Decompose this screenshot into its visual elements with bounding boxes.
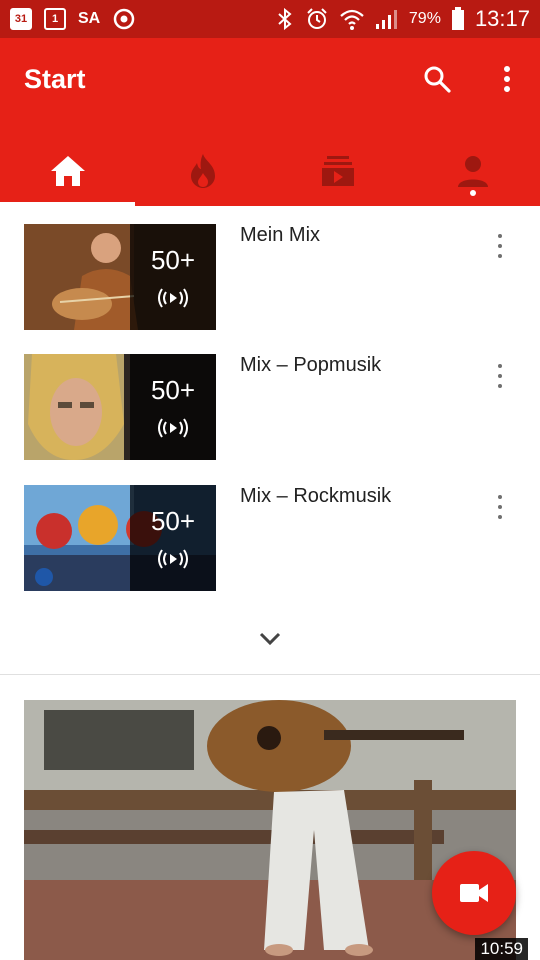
chevron-down-icon — [259, 632, 281, 646]
mix-item-mein-mix[interactable]: 50+ Mein Mix — [0, 224, 540, 332]
account-icon — [457, 156, 488, 187]
section-divider — [0, 674, 540, 675]
mix-overlay: 50+ — [130, 224, 216, 330]
mix-thumbnail[interactable]: 50+ — [24, 485, 216, 591]
battery-percent: 79% — [408, 10, 441, 27]
mix-title[interactable]: Mix – Popmusik — [240, 354, 381, 377]
tab-subscriptions[interactable] — [270, 136, 405, 206]
wifi-icon — [340, 9, 364, 30]
mix-count: 50+ — [150, 374, 196, 405]
search-button[interactable] — [420, 62, 454, 96]
video-duration: 10:59 — [475, 938, 528, 960]
mix-more-button[interactable] — [490, 364, 510, 388]
clock: 13:17 — [474, 6, 530, 31]
mix-radio-icon — [158, 548, 188, 569]
more-dot — [498, 515, 502, 519]
tab-home[interactable] — [0, 136, 135, 206]
mix-title[interactable]: Mix – Rockmusik — [240, 485, 391, 508]
tab-bar — [0, 136, 540, 206]
more-dot — [498, 234, 502, 238]
mix-overlay: 50+ — [130, 354, 216, 460]
mix-radio-icon — [158, 417, 188, 438]
more-vert-icon — [504, 66, 510, 92]
more-dot — [498, 364, 502, 368]
subscriptions-icon — [321, 156, 354, 186]
app-bar: Start — [0, 38, 540, 206]
mix-more-button[interactable] — [490, 495, 510, 519]
search-icon — [424, 66, 451, 93]
calendar-small-icon: 1 — [44, 8, 66, 30]
signal-icon — [375, 10, 397, 29]
mix-item-rockmusik[interactable]: 50+ Mix – Rockmusik — [0, 485, 540, 593]
more-dot — [498, 374, 502, 378]
tab-account[interactable] — [405, 136, 540, 206]
page-title: Start — [24, 64, 86, 94]
mix-item-popmusik[interactable]: 50+ Mix – Popmusik — [0, 354, 540, 462]
alarm-icon — [307, 8, 327, 29]
tab-trending[interactable] — [135, 136, 270, 206]
mix-overlay: 50+ — [130, 485, 216, 591]
mix-radio-icon — [158, 287, 188, 308]
more-dot — [498, 505, 502, 509]
sync-icon — [113, 8, 135, 30]
mix-title[interactable]: Mein Mix — [240, 224, 320, 247]
mix-count: 50+ — [150, 505, 196, 536]
home-icon — [50, 156, 85, 186]
status-sa: SA — [78, 10, 101, 27]
upload-video-button[interactable] — [432, 851, 516, 935]
more-dot — [498, 244, 502, 248]
battery-icon — [451, 7, 464, 30]
mix-count: 50+ — [150, 244, 196, 275]
calendar-icon: 31 — [10, 8, 32, 30]
notification-dot — [469, 190, 476, 196]
videocam-icon — [460, 884, 488, 902]
more-dot — [498, 384, 502, 388]
more-dot — [498, 254, 502, 258]
more-dot — [498, 495, 502, 499]
trending-icon — [190, 154, 215, 188]
overflow-menu-button[interactable] — [490, 62, 524, 96]
active-tab-indicator — [0, 202, 135, 206]
bluetooth-icon — [278, 8, 292, 30]
expand-mixes-button[interactable] — [250, 626, 290, 652]
mix-more-button[interactable] — [490, 234, 510, 258]
mix-thumbnail[interactable]: 50+ — [24, 354, 216, 460]
status-bar: 31 1 SA 79% 13:17 — [0, 0, 540, 38]
mix-thumbnail[interactable]: 50+ — [24, 224, 216, 330]
